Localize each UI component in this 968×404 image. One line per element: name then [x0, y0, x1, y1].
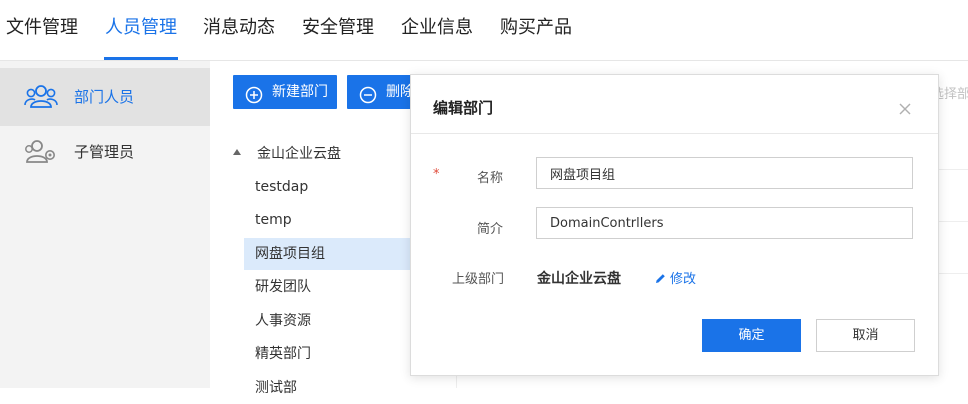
dialog-title: 编辑部门	[433, 99, 494, 117]
tab-security-management[interactable]: 安全管理	[302, 0, 374, 60]
tab-file-management[interactable]: 文件管理	[6, 0, 78, 60]
modify-parent-link[interactable]: 修改	[654, 268, 696, 287]
new-department-label: 新建部门	[272, 84, 328, 100]
required-mark: *	[433, 167, 440, 182]
pencil-icon	[656, 274, 665, 283]
modify-label: 修改	[670, 272, 697, 287]
minus-circle-icon	[359, 83, 377, 104]
close-icon[interactable]	[897, 101, 913, 117]
sub-admin-icon	[24, 138, 58, 166]
sidebar-item-sub-admins[interactable]: 子管理员	[0, 123, 210, 181]
name-label: 名称	[477, 171, 504, 186]
confirm-button[interactable]: 确定	[702, 319, 801, 352]
tree-item[interactable]: 测试部	[244, 372, 465, 404]
tab-people-management[interactable]: 人员管理	[104, 0, 178, 60]
sidebar-item-label: 部门人员	[74, 88, 135, 106]
tab-company-info[interactable]: 企业信息	[401, 0, 473, 60]
sidebar: 部门人员 子管理员	[0, 61, 210, 388]
description-label: 简介	[477, 222, 504, 237]
description-field[interactable]	[536, 207, 913, 239]
tree-root-label: 金山企业云盘	[257, 146, 341, 162]
parent-department-value: 金山企业云盘	[537, 271, 621, 287]
delete-button[interactable]: 删除	[347, 75, 411, 109]
delete-label: 删除	[386, 84, 411, 100]
tab-buy-products[interactable]: 购买产品	[500, 0, 572, 60]
users-group-icon	[24, 83, 58, 111]
tree-root[interactable]: 金山企业云盘	[233, 143, 341, 163]
top-navigation: 文件管理 人员管理 消息动态 安全管理 企业信息 购买产品	[0, 0, 968, 61]
plus-circle-icon	[245, 83, 263, 104]
edit-department-dialog: 编辑部门 * 名称 简介 上级部门 金山企业云盘 修改 确定 取消	[410, 74, 939, 376]
cancel-button[interactable]: 取消	[816, 319, 915, 352]
parent-department-label: 上级部门	[452, 272, 505, 287]
sidebar-item-label: 子管理员	[74, 143, 135, 161]
name-field[interactable]	[536, 157, 913, 189]
caret-up-icon[interactable]	[233, 149, 241, 155]
new-department-button[interactable]: 新建部门	[233, 75, 337, 109]
tab-message-feed[interactable]: 消息动态	[203, 0, 275, 60]
sidebar-item-department-members[interactable]: 部门人员	[0, 68, 210, 126]
dialog-divider	[411, 133, 938, 134]
